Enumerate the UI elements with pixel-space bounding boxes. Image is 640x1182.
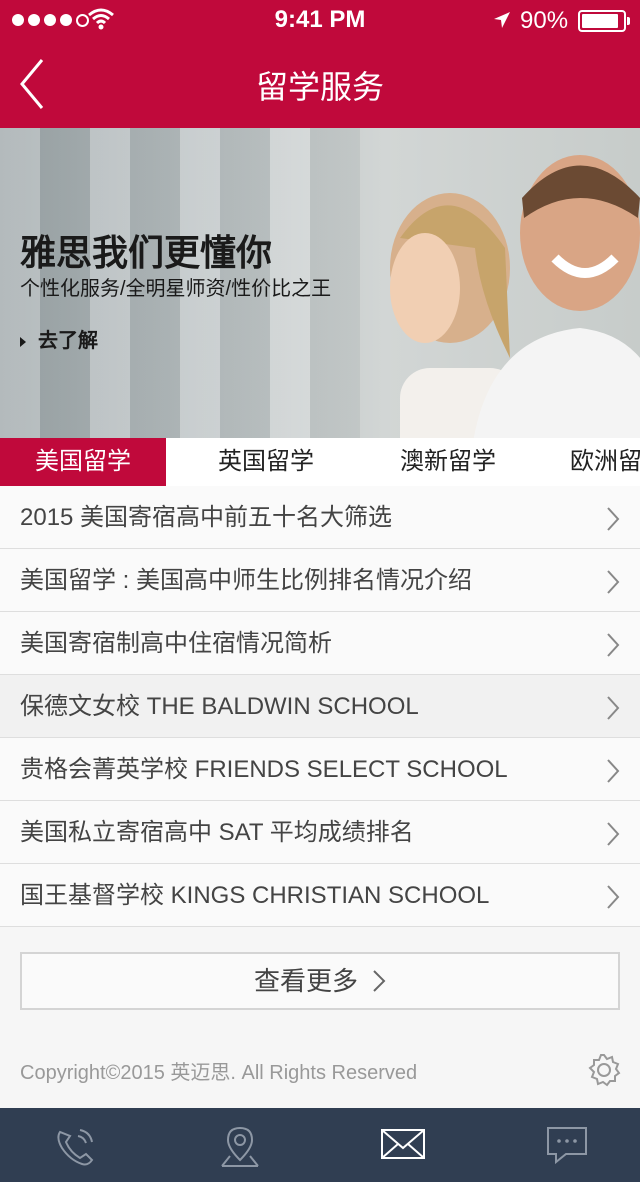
list-item-label: 美国寄宿制高中住宿情况简析: [20, 630, 332, 657]
gear-icon[interactable]: [586, 1052, 622, 1088]
bottom-tab-bar: [0, 1108, 640, 1182]
copyright-text: Copyright©2015 英迈思. All Rights Reserved: [20, 1062, 418, 1084]
list-item-label: 美国私立寄宿高中 SAT 平均成绩排名: [20, 819, 414, 846]
play-triangle-icon: [20, 336, 26, 347]
list-item-label: 保德文女校 THE BALDWIN SCHOOL: [20, 693, 419, 720]
list-item[interactable]: 2015 美国寄宿高中前五十名大筛选: [0, 486, 640, 549]
header: 9:41 PM 90% 留学服务: [0, 0, 640, 128]
banner-link[interactable]: 去了解: [20, 324, 98, 353]
list-item[interactable]: 美国留学 : 美国高中师生比例排名情况介绍: [0, 549, 640, 612]
chevron-right-icon: [607, 696, 620, 720]
list-item[interactable]: 美国寄宿制高中住宿情况简析: [0, 612, 640, 675]
list-item[interactable]: 国王基督学校 KINGS CHRISTIAN SCHOOL: [0, 864, 640, 927]
list-item-label: 美国留学 : 美国高中师生比例排名情况介绍: [20, 567, 473, 594]
phone-icon[interactable]: [52, 1124, 98, 1168]
banner-link-label: 去了解: [38, 330, 98, 352]
location-arrow-icon: [494, 12, 510, 28]
banner-subtitle: 个性化服务/全明星师资/性价比之王: [20, 278, 332, 300]
list-item[interactable]: 贵格会菁英学校 FRIENDS SELECT SCHOOL: [0, 738, 640, 801]
promo-banner[interactable]: 雅思我们更懂你 个性化服务/全明星师资/性价比之王 去了解: [0, 128, 640, 438]
tab-uk[interactable]: 英国留学: [183, 438, 349, 486]
tab-us[interactable]: 美国留学: [0, 438, 166, 486]
tab-au-nz[interactable]: 澳新留学: [365, 438, 531, 486]
article-list: 2015 美国寄宿高中前五十名大筛选 美国留学 : 美国高中师生比例排名情况介绍…: [0, 486, 640, 927]
list-item[interactable]: 保德文女校 THE BALDWIN SCHOOL: [0, 675, 640, 738]
status-bar: 9:41 PM 90%: [0, 0, 640, 40]
location-icon[interactable]: [218, 1124, 262, 1170]
list-item-label: 2015 美国寄宿高中前五十名大筛选: [20, 504, 393, 531]
man-image: [473, 155, 640, 438]
chevron-right-icon: [607, 885, 620, 909]
nav-bar: 留学服务: [0, 40, 640, 128]
chat-icon[interactable]: [544, 1124, 590, 1166]
battery-percent: 90%: [520, 7, 569, 34]
chevron-right-icon: [373, 970, 386, 992]
chevron-right-icon: [607, 822, 620, 846]
chevron-right-icon: [607, 570, 620, 594]
page-title: 留学服务: [255, 69, 384, 105]
chevron-right-icon: [607, 759, 620, 783]
chevron-right-icon: [607, 507, 620, 531]
view-more-button[interactable]: 查看更多: [20, 952, 620, 1010]
list-item-label: 贵格会菁英学校 FRIENDS SELECT SCHOOL: [20, 756, 508, 783]
banner-title: 雅思我们更懂你: [20, 232, 273, 273]
list-item-label: 国王基督学校 KINGS CHRISTIAN SCHOOL: [20, 882, 490, 909]
tab-europe[interactable]: 欧洲留: [548, 438, 640, 486]
view-more-label: 查看更多: [253, 966, 358, 996]
category-tabs: 美国留学 英国留学 澳新留学 欧洲留: [0, 438, 640, 486]
mail-icon[interactable]: [380, 1124, 426, 1164]
battery-icon: [578, 10, 630, 32]
chevron-right-icon: [607, 633, 620, 657]
list-item[interactable]: 美国私立寄宿高中 SAT 平均成绩排名: [0, 801, 640, 864]
